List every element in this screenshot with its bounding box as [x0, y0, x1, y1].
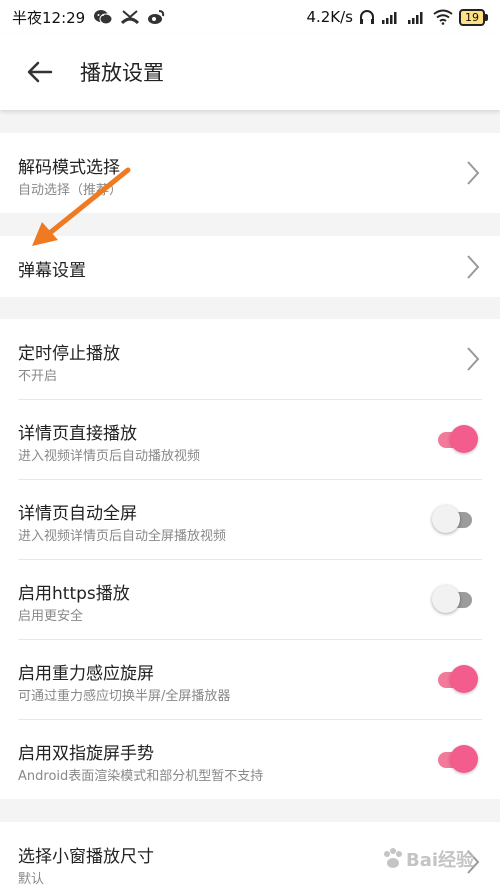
setting-subtitle: 默认 — [18, 872, 45, 887]
two-finger-rotate-toggle[interactable] — [432, 744, 478, 774]
setting-title: 详情页直接播放 — [18, 424, 137, 444]
status-time: 半夜12:29 — [12, 8, 86, 27]
settings-group-danmaku: 弹幕设置 — [0, 236, 500, 297]
setting-detail-fullscreen: 详情页自动全屏 进入视频详情页后自动全屏播放视频 — [0, 479, 500, 559]
setting-title: 定时停止播放 — [18, 344, 120, 364]
wechat-icon — [94, 10, 113, 25]
weibo-icon — [148, 10, 165, 24]
signal-icon — [382, 12, 397, 24]
page-title: 播放设置 — [80, 61, 164, 85]
settings-group-decode: 解码模式选择 自动选择（推荐） — [0, 133, 500, 213]
status-bar: 半夜12:29 4.2K/s 19 — [0, 0, 500, 34]
setting-title: 选择小窗播放尺寸 — [18, 847, 154, 867]
chevron-right-icon — [467, 161, 480, 185]
setting-title: 弹幕设置 — [18, 261, 86, 281]
setting-subtitle: 进入视频详情页后自动播放视频 — [18, 449, 201, 464]
setting-title: 启用重力感应旋屏 — [18, 664, 154, 684]
battery-level: 19 — [459, 8, 485, 26]
network-speed: 4.2K/s — [306, 8, 353, 26]
setting-subtitle: 进入视频详情页后自动全屏播放视频 — [18, 529, 227, 544]
setting-title: 启用双指旋屏手势 — [18, 744, 154, 764]
chevron-right-icon — [467, 347, 480, 371]
wifi-icon — [433, 9, 453, 25]
setting-title: 详情页自动全屏 — [18, 504, 137, 524]
setting-subtitle: 自动选择（推荐） — [18, 183, 123, 198]
setting-subtitle: 启用更安全 — [18, 609, 84, 624]
detail-fullscreen-toggle[interactable] — [432, 504, 478, 534]
setting-timer-stop[interactable]: 定时停止播放 不开启 — [0, 319, 500, 399]
setting-gravity-rotate: 启用重力感应旋屏 可通过重力感应切换半屏/全屏播放器 — [0, 639, 500, 719]
setting-danmaku[interactable]: 弹幕设置 — [0, 236, 500, 297]
missed-call-icon — [121, 10, 140, 25]
setting-title: 解码模式选择 — [18, 158, 120, 178]
headphone-icon — [360, 10, 374, 24]
setting-decode-mode[interactable]: 解码模式选择 自动选择（推荐） — [0, 133, 500, 213]
detail-autoplay-toggle[interactable] — [432, 424, 478, 454]
paw-icon — [384, 848, 402, 868]
setting-subtitle: Android表面渲染模式和部分机型暂不支持 — [18, 769, 264, 784]
gravity-rotate-toggle[interactable] — [432, 664, 478, 694]
setting-subtitle: 可通过重力感应切换半屏/全屏播放器 — [18, 689, 231, 704]
setting-title: 启用https播放 — [18, 584, 130, 604]
setting-detail-autoplay: 详情页直接播放 进入视频详情页后自动播放视频 — [0, 399, 500, 479]
signal-icon — [408, 12, 423, 24]
arrow-left-icon — [27, 61, 53, 83]
back-button[interactable] — [0, 34, 80, 110]
watermark-text: Bai经验 — [406, 850, 475, 871]
title-bar: 播放设置 — [0, 34, 500, 110]
settings-group-playback: 定时停止播放 不开启 详情页直接播放 进入视频详情页后自动播放视频 详情页自动全… — [0, 319, 500, 799]
chevron-right-icon — [467, 255, 480, 279]
setting-subtitle: 不开启 — [18, 369, 58, 384]
setting-https: 启用https播放 启用更安全 — [0, 559, 500, 639]
https-toggle[interactable] — [432, 584, 478, 614]
battery-icon: 19 — [459, 8, 488, 26]
watermark-logo: Bai经验 — [380, 834, 495, 884]
setting-two-finger-rotate: 启用双指旋屏手势 Android表面渲染模式和部分机型暂不支持 — [0, 719, 500, 799]
